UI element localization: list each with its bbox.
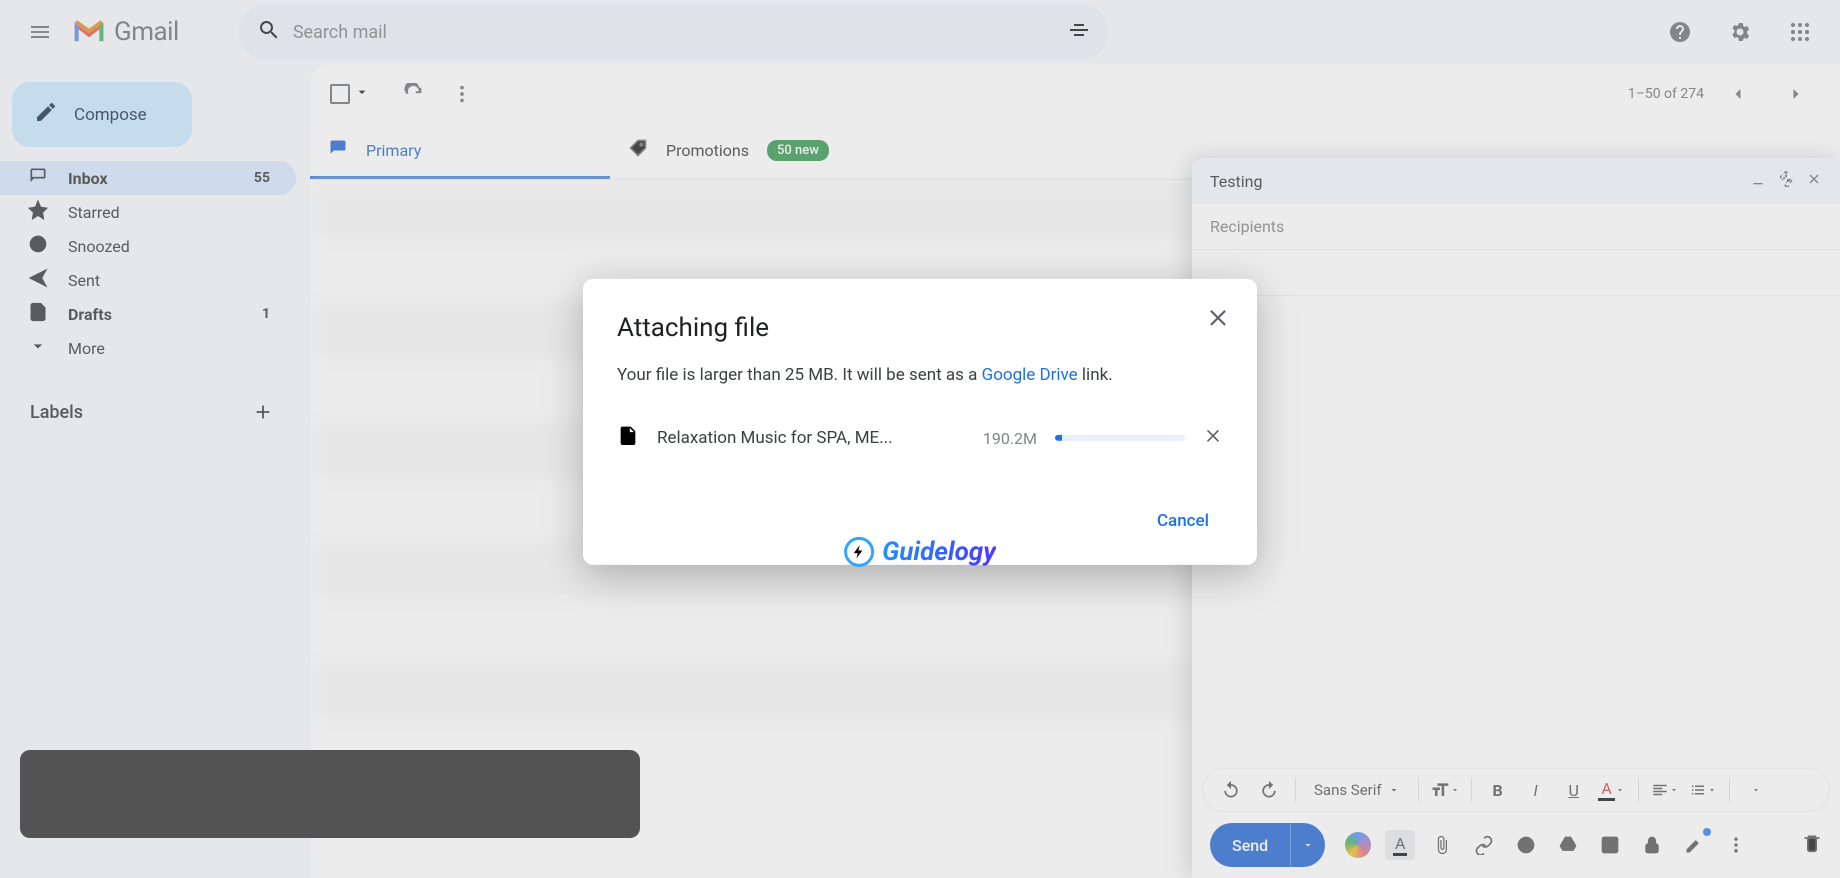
dialog-close-button[interactable] xyxy=(1205,305,1231,335)
cancel-upload-button[interactable] xyxy=(1203,426,1223,450)
msg-suffix: link. xyxy=(1078,365,1113,385)
dialog-cancel-button[interactable]: Cancel xyxy=(1143,501,1223,541)
watermark-text: Guidelogy xyxy=(882,537,996,567)
watermark: Guidelogy xyxy=(844,537,996,567)
upload-progress xyxy=(1055,435,1185,441)
google-drive-link[interactable]: Google Drive xyxy=(982,365,1078,385)
attaching-file-dialog: Attaching file Your file is larger than … xyxy=(583,279,1257,565)
dialog-message: Your file is larger than 25 MB. It will … xyxy=(617,365,1223,385)
file-size: 190.2M xyxy=(983,428,1037,447)
file-icon xyxy=(617,425,639,451)
msg-prefix: Your file is larger than 25 MB. It will … xyxy=(617,365,982,385)
file-name: Relaxation Music for SPA, ME... xyxy=(657,428,965,448)
dialog-title: Attaching file xyxy=(617,313,1223,343)
